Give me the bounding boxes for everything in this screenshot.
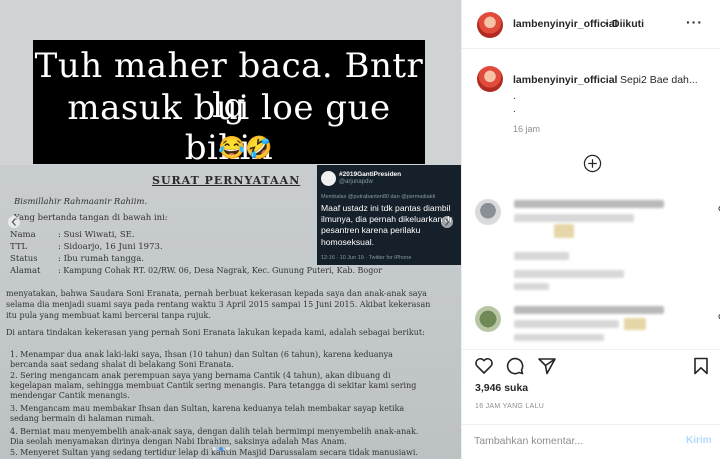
post-comment-button[interactable]: Kirim [686, 435, 712, 446]
document-list-line: 4. Berniat mau menyembelih anak-anak say… [10, 427, 419, 436]
field-value: : Sidoarjo, 16 Juni 1973. [58, 242, 163, 252]
field-value: : Ibu rumah tangga. [58, 254, 144, 264]
likes-count[interactable]: 3,946 suka [475, 382, 528, 394]
caption-text: Sepi2 Bae dah... [620, 74, 698, 86]
post-side-panel: lambenyinyir_official • Diikuti ··· lamb… [461, 0, 720, 459]
post-media[interactable]: SURAT PERNYATAAN Bismillahir Rahmaanir R… [0, 0, 461, 459]
document-salutation: Bismillahir Rahmaanir Rahiim. [14, 197, 148, 207]
blurred-comment [514, 334, 604, 341]
blurred-comment [554, 224, 574, 238]
tweet-name: #2019GantiPresiden [339, 171, 402, 178]
document-list-line: sedang bermain di halaman rumah. [10, 414, 155, 423]
blurred-comment [514, 270, 624, 278]
field-label: Nama [10, 230, 36, 240]
field-label: Status [10, 254, 38, 264]
blurred-comment [514, 252, 569, 260]
tweet-body: Maaf ustadz ini tdk pantas diambil ilmun… [321, 203, 453, 247]
tweet-handle: @arjunapdw [339, 179, 373, 185]
document-paragraph-line: menyatakan, bahwa Saudara Soni Eranata, … [6, 289, 427, 298]
document-intro: Yang bertanda tangan di bawah ini: [14, 213, 168, 223]
separator-dot: • [605, 18, 609, 30]
action-bar: 3,946 suka 16 JAM YANG LALU Kirim [462, 349, 720, 459]
tweet-avatar [321, 171, 336, 186]
document-paragraph-line: itu pula yang membuat kami bercerai tanp… [6, 311, 211, 320]
carousel-dot [212, 447, 216, 451]
post-header: lambenyinyir_official • Diikuti ··· [462, 0, 720, 49]
bookmark-icon[interactable] [691, 356, 711, 376]
blurred-comment [514, 320, 619, 328]
caption-username[interactable]: lambenyinyir_official [513, 74, 617, 86]
avatar[interactable] [477, 66, 503, 92]
carousel-dots [212, 447, 230, 451]
document-list-line: Dia seolah menyamakan dirinya dengan Nab… [10, 437, 347, 446]
blurred-comment [514, 214, 634, 222]
avatar[interactable] [475, 306, 501, 332]
plus-circle-icon[interactable] [583, 154, 602, 173]
field-label: Alamat [10, 266, 41, 276]
document-list-line: mendengar Cantik menangis. [10, 391, 130, 400]
document-list-line: kegelapan malam, sehingga membuat Cantik… [10, 381, 417, 390]
document-paragraph-line: selama dia menjadi suami saya pada renta… [6, 300, 431, 309]
field-value: : Susi Wiwati, SE. [58, 230, 135, 240]
caption-dot: . [513, 104, 516, 115]
field-label: TTL [10, 242, 28, 252]
avatar[interactable] [477, 12, 503, 38]
chevron-right-icon[interactable] [441, 214, 453, 230]
caption-dot: . [513, 91, 516, 102]
following-button[interactable]: Diikuti [612, 18, 644, 30]
caption-overlay: Tuh maher baca. Bntr lg masuk bui loe gu… [33, 40, 425, 168]
blurred-comment [514, 283, 549, 290]
heart-icon[interactable] [474, 356, 494, 376]
chevron-left-icon[interactable] [8, 214, 20, 230]
tweet-screenshot: #2019GantiPresiden @arjunapdw Membalas @… [317, 165, 461, 265]
laughing-emoji: 😂🤣 [218, 135, 273, 160]
document-list-intro: Di antara tindakan kekerasan yang pernah… [6, 328, 425, 337]
blurred-comment [514, 306, 664, 314]
comment-icon[interactable] [505, 356, 525, 376]
document-list-line: 2. Sering mengancam anak perempuan saya … [10, 371, 391, 380]
document-list-line: bercanda saat sedang shalat di belakang … [10, 360, 234, 369]
blurred-comment [514, 200, 664, 208]
comment-bar: Kirim [462, 424, 720, 459]
blurred-comment [624, 318, 646, 330]
avatar[interactable] [475, 199, 501, 225]
post-date[interactable]: 16 JAM YANG LALU [475, 403, 544, 410]
field-value: : Kampung Cohak RT. 02/RW. 06, Desa Nagr… [58, 266, 383, 275]
comment-input[interactable] [474, 435, 674, 447]
more-icon[interactable]: ··· [686, 14, 703, 30]
carousel-dot [226, 447, 230, 451]
tweet-meta: 12:16 · 10 Jun 19 · Twitter for iPhone [321, 255, 412, 261]
document-list-line: 1. Menampar dua anak laki-laki saya, Ihs… [10, 350, 393, 359]
tweet-reply-to: Membalas @putrabanten80 dan @permadiakti [321, 194, 436, 200]
document-title: SURAT PERNYATAAN [152, 174, 301, 187]
username-link[interactable]: lambenyinyir_official [513, 18, 617, 30]
document-list-line: 3. Mengancam mau membakar Ihsan dan Sult… [10, 404, 405, 413]
carousel-dot-active [219, 447, 223, 451]
caption-time[interactable]: 16 jam [513, 124, 540, 134]
share-icon[interactable] [537, 356, 557, 376]
